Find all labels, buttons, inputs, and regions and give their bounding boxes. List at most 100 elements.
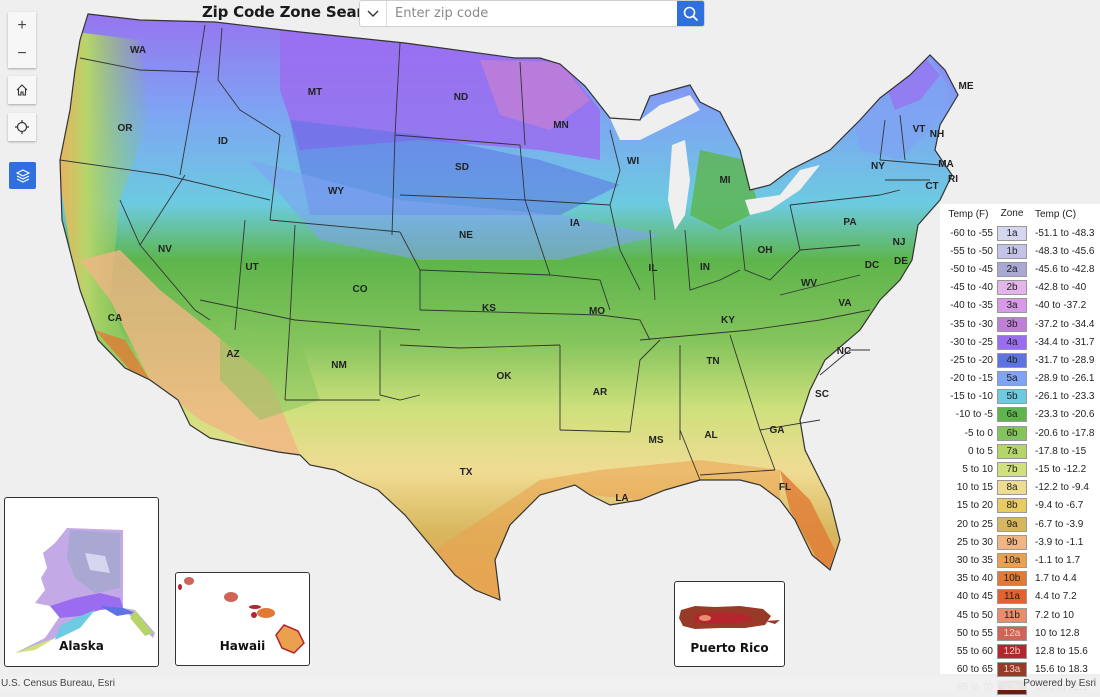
legend-row: -35 to -30 3b -37.2 to -34.4 [940, 315, 1100, 333]
legend-header-zone: Zone [1000, 207, 1024, 219]
legend-temp-f: 60 to 65 [956, 664, 993, 676]
legend-temp-c: -37.2 to -34.4 [1035, 318, 1095, 330]
alaska-inset[interactable]: Alaska [4, 497, 159, 667]
legend-zone-swatch: 7a [997, 443, 1027, 459]
legend-temp-c: -51.1 to -48.3 [1035, 227, 1095, 239]
zoom-out-button[interactable]: − [8, 40, 36, 68]
legend-zone-swatch: 1a [997, 225, 1027, 241]
legend-temp-c: -6.7 to -3.9 [1035, 518, 1084, 530]
state-label-ar: AR [593, 387, 608, 398]
locate-button[interactable] [8, 113, 36, 141]
state-label-ne: NE [459, 230, 473, 241]
legend-zone-swatch: 13a [997, 662, 1027, 678]
search-icon [683, 6, 698, 21]
legend-temp-c: -15 to -12.2 [1035, 464, 1087, 476]
legend-row: -10 to -5 6a -23.3 to -20.6 [940, 406, 1100, 424]
legend-temp-f: -25 to -20 [950, 354, 993, 366]
state-label-ma: MA [938, 159, 954, 170]
state-label-in: IN [700, 262, 710, 273]
legend-zone-swatch: 12b [997, 643, 1027, 659]
legend-zone-swatch: 12a [997, 625, 1027, 641]
legend-temp-f: 40 to 45 [956, 591, 993, 603]
legend-zone-swatch: 6a [997, 407, 1027, 423]
state-label-nd: ND [454, 92, 468, 103]
search-button[interactable] [677, 1, 704, 26]
legend-row: -60 to -55 1a -51.1 to -48.3 [940, 224, 1100, 242]
legend-temp-f: 10 to 15 [956, 482, 993, 494]
zoom-controls: + − [8, 12, 36, 68]
state-label-ny: NY [871, 161, 885, 172]
layers-button[interactable] [9, 162, 36, 189]
state-label-az: AZ [226, 349, 239, 360]
zoom-in-button[interactable]: + [8, 12, 36, 40]
legend-row: 45 to 50 11b 7.2 to 10 [940, 606, 1100, 624]
legend-temp-f: 55 to 60 [956, 645, 993, 657]
legend-row: 55 to 60 12b 12.8 to 15.6 [940, 642, 1100, 660]
legend-row: 50 to 55 12a 10 to 12.8 [940, 624, 1100, 642]
attribution-powered-by[interactable]: Powered by Esri [1023, 677, 1096, 690]
state-label-ca: CA [108, 313, 122, 324]
hawaii-inset[interactable]: Hawaii [175, 572, 310, 666]
legend-zone-swatch: 8a [997, 480, 1027, 496]
state-label-mt: MT [308, 87, 322, 98]
legend-temp-c: -20.6 to -17.8 [1035, 427, 1095, 439]
legend-header: Temp (F) Zone Temp (C) [940, 204, 1100, 224]
state-label-nj: NJ [893, 237, 906, 248]
home-icon [16, 84, 28, 96]
state-label-ia: IA [570, 218, 580, 229]
state-label-sd: SD [455, 162, 469, 173]
legend-zone-swatch: 9b [997, 534, 1027, 550]
state-label-ms: MS [649, 435, 664, 446]
legend-row: 25 to 30 9b -3.9 to -1.1 [940, 533, 1100, 551]
locate-icon [15, 120, 29, 134]
search-source-dropdown[interactable] [360, 1, 387, 26]
state-label-nv: NV [158, 244, 172, 255]
legend-temp-c: -31.7 to -28.9 [1035, 354, 1095, 366]
state-label-tn: TN [706, 356, 719, 367]
legend-zone-swatch: 5b [997, 389, 1027, 405]
legend-temp-f: -35 to -30 [950, 318, 993, 330]
legend-row: 5 to 10 7b -15 to -12.2 [940, 460, 1100, 478]
legend-temp-c: 1.7 to 4.4 [1035, 573, 1077, 585]
legend-zone-swatch: 1b [997, 243, 1027, 259]
state-label-me: ME [959, 81, 974, 92]
zip-search-title: Zip Code Zone Search [202, 3, 383, 21]
legend-temp-f: -50 to -45 [950, 263, 993, 275]
legend-header-f: Temp (F) [948, 208, 989, 220]
state-label-ct: CT [925, 181, 938, 192]
legend-temp-c: -48.3 to -45.6 [1035, 245, 1095, 257]
state-label-nh: NH [930, 129, 944, 140]
legend-temp-c: -26.1 to -23.3 [1035, 391, 1095, 403]
state-label-or: OR [118, 123, 134, 134]
legend-zone-swatch: 5a [997, 371, 1027, 387]
state-label-ri: RI [948, 174, 958, 185]
legend-temp-f: -45 to -40 [950, 282, 993, 294]
legend-temp-c: 10 to 12.8 [1035, 627, 1080, 639]
state-label-id: ID [218, 136, 228, 147]
puerto-rico-inset[interactable]: Puerto Rico [674, 581, 785, 667]
legend-temp-c: -1.1 to 1.7 [1035, 554, 1081, 566]
state-label-oh: OH [758, 245, 773, 256]
legend-zone-swatch: 2b [997, 280, 1027, 296]
state-label-ut: UT [245, 262, 258, 273]
legend-row: 20 to 25 9a -6.7 to -3.9 [940, 515, 1100, 533]
legend-zone-swatch: 4b [997, 352, 1027, 368]
chevron-down-icon [367, 10, 379, 17]
home-button[interactable] [8, 76, 36, 104]
state-label-mn: MN [553, 120, 569, 131]
zip-code-input[interactable] [387, 1, 677, 26]
legend-temp-f: 30 to 35 [956, 554, 993, 566]
legend-row: 60 to 65 13a 15.6 to 18.3 [940, 661, 1100, 679]
state-label-la: LA [615, 493, 628, 504]
state-label-wv: WV [801, 278, 817, 289]
attribution-bar: U.S. Census Bureau, Esri Powered by Esri [0, 677, 1100, 690]
state-label-vt: VT [913, 124, 926, 135]
state-label-sc: SC [815, 389, 829, 400]
legend-row: -45 to -40 2b -42.8 to -40 [940, 279, 1100, 297]
legend-temp-c: -34.4 to -31.7 [1035, 336, 1095, 348]
legend-temp-c: -17.8 to -15 [1035, 445, 1087, 457]
legend-row: 30 to 35 10a -1.1 to 1.7 [940, 551, 1100, 569]
legend-row: 40 to 45 11a 4.4 to 7.2 [940, 588, 1100, 606]
hardiness-zone-map[interactable]: WA OR CA ID NV MT WY UT AZ CO NM ND SD N… [0, 0, 1100, 690]
legend-row: -15 to -10 5b -26.1 to -23.3 [940, 388, 1100, 406]
